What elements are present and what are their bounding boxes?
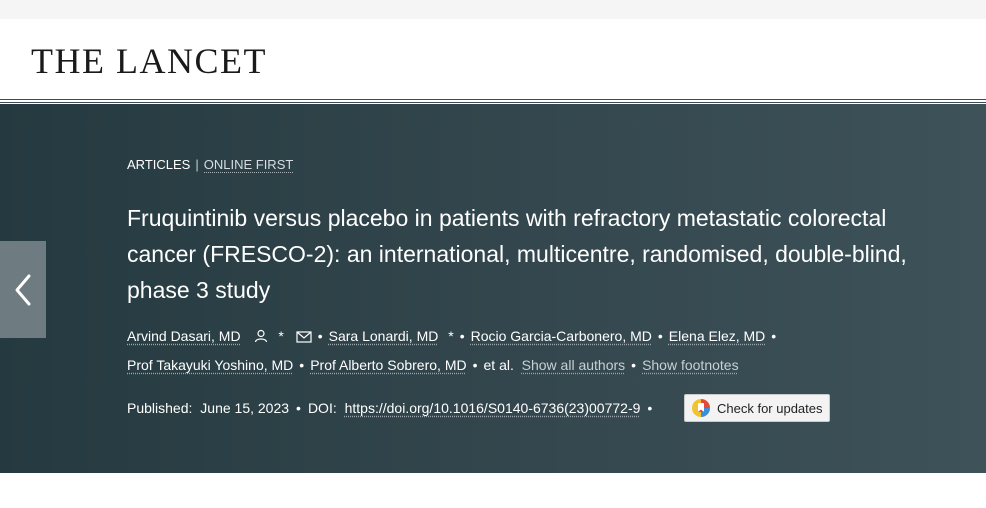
corresponding-asterisk[interactable]: * — [278, 328, 283, 344]
publication-info: Published: June 15, 2023 • DOI: https://do… — [127, 398, 659, 418]
chevron-left-icon — [15, 274, 31, 305]
author-separator: • — [299, 357, 305, 373]
pub-separator: • — [647, 400, 653, 416]
previous-article-button[interactable] — [0, 241, 46, 338]
person-icon[interactable] — [254, 329, 268, 343]
article-type[interactable]: ARTICLES — [127, 157, 190, 172]
show-all-authors-link[interactable]: Show all authors — [522, 357, 626, 373]
published-date: June 15, 2023 — [200, 400, 290, 416]
pub-separator: • — [296, 400, 301, 416]
header-rule-top — [0, 99, 986, 100]
author-separator: • — [472, 357, 478, 373]
author-link[interactable]: Arvind Dasari, MD — [127, 328, 241, 344]
header-rule-bottom — [0, 102, 986, 103]
article-title: Fruquintinib versus placebo in patients … — [127, 205, 907, 303]
article-banner: ARTICLES | ONLINE FIRST Fruquintinib versu… — [0, 104, 986, 473]
published-label: Published: — [127, 400, 193, 416]
author-link[interactable]: Rocio Garcia-Carbonero, MD — [471, 328, 652, 344]
online-first-link[interactable]: ONLINE FIRST — [203, 157, 294, 173]
author-separator: • — [459, 328, 465, 344]
site-header: THE LANCET — [0, 19, 986, 100]
top-strip — [0, 0, 986, 19]
author-asterisk[interactable]: * — [448, 328, 453, 344]
author-separator: • — [631, 357, 637, 373]
check-for-updates-button[interactable]: Check for updates — [684, 394, 830, 422]
doi-link[interactable]: https://doi.org/10.1016/S0140-6736(23)00… — [345, 400, 641, 416]
check-for-updates-label: Check for updates — [717, 400, 823, 416]
article-kicker: ARTICLES | ONLINE FIRST — [127, 157, 294, 173]
author-link[interactable]: Sara Lonardi, MD — [329, 328, 439, 344]
author-separator: • — [317, 328, 323, 344]
author-separator: • — [657, 328, 663, 344]
crossmark-icon — [692, 399, 710, 417]
author-link[interactable]: Prof Alberto Sobrero, MD — [310, 357, 466, 373]
author-list: Arvind Dasari, MD * • Sara Lonardi, MD * •… — [127, 322, 827, 380]
author-separator: • — [771, 328, 777, 344]
author-link[interactable]: Elena Elez, MD — [669, 328, 765, 344]
et-al-text: et al. — [483, 357, 514, 373]
mail-icon[interactable] — [296, 331, 312, 343]
doi-label: DOI: — [307, 400, 337, 416]
show-footnotes-link[interactable]: Show footnotes — [642, 357, 739, 373]
lancet-logo[interactable]: THE LANCET — [31, 41, 267, 81]
author-link[interactable]: Prof Takayuki Yoshino, MD — [127, 357, 293, 373]
kicker-separator: | — [195, 157, 199, 172]
